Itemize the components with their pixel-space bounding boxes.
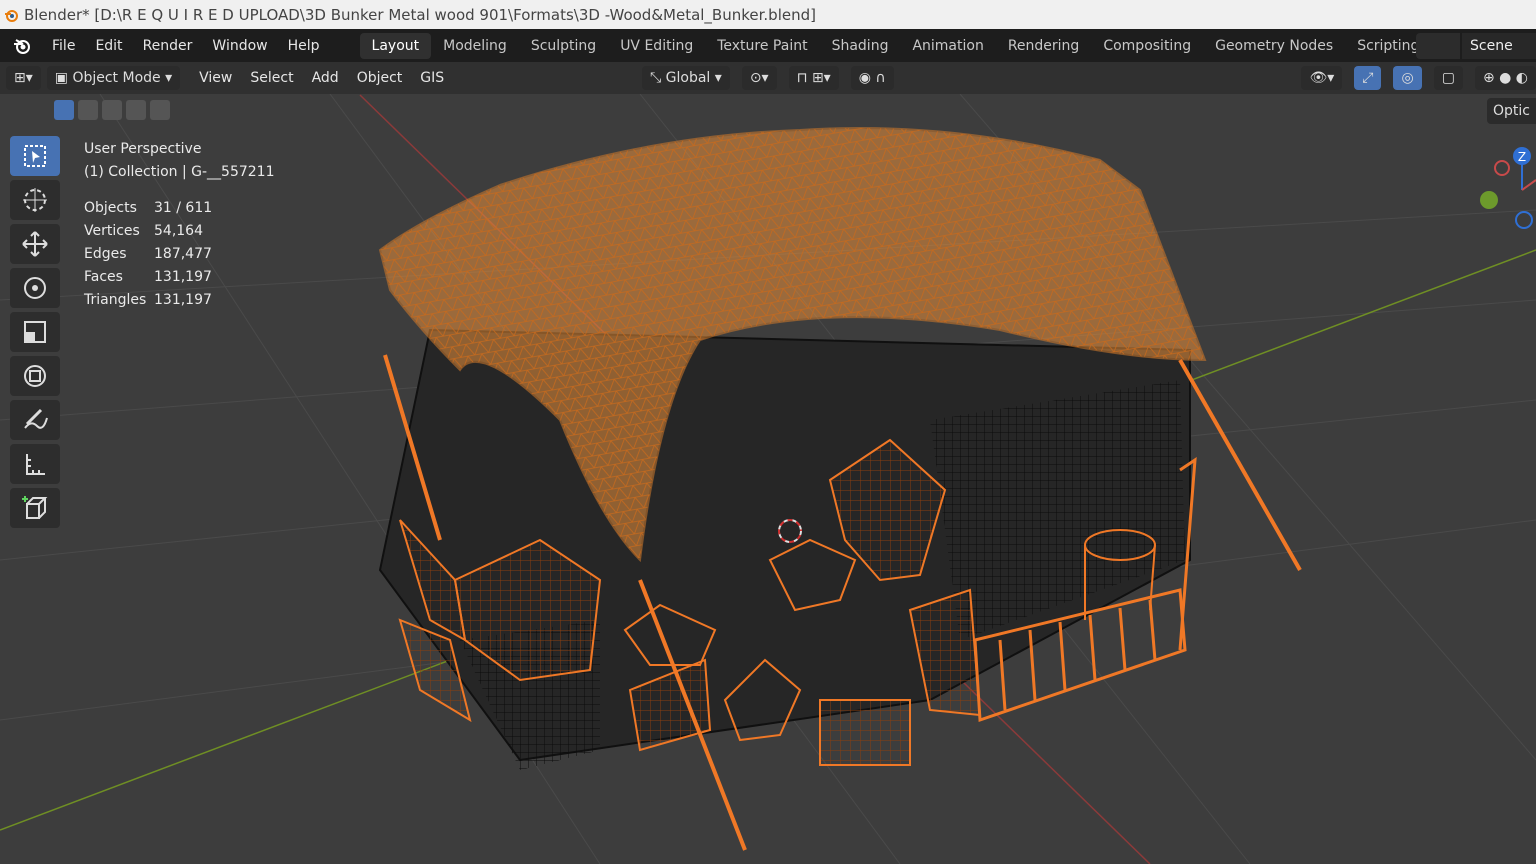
main-menu: File Edit Render Window Help (42, 38, 330, 54)
mode-icon: ▣ (54, 70, 73, 86)
snap-button[interactable]: ⊓ ⊞▾ (788, 66, 839, 90)
select-subtract-icon[interactable] (102, 100, 122, 120)
menu-view[interactable]: View (190, 70, 241, 86)
menu-gis[interactable]: GIS (411, 70, 453, 86)
viewport-right-controls: 👁▾ ⤢ ◎ ▢ ⊕ ● ◐ (1295, 66, 1536, 90)
window-title: Blender* [D:\R E Q U I R E D UPLOAD\3D B… (24, 5, 816, 24)
tab-modeling[interactable]: Modeling (431, 33, 519, 59)
annotate-tool[interactable] (10, 400, 60, 440)
perspective-label: User Perspective (84, 141, 202, 157)
select-invert-icon[interactable] (126, 100, 146, 120)
neg-z-axis-icon (1515, 211, 1533, 229)
scene-selector: Scene (1416, 33, 1536, 59)
cursor-tool[interactable] (10, 180, 60, 220)
add-cube-tool[interactable] (10, 488, 60, 528)
rotate-tool[interactable] (10, 268, 60, 308)
blender-logo-icon (5, 9, 18, 22)
stat-row: Triangles 131,197 (84, 292, 212, 308)
overlay-toggle-icon[interactable]: ◎ (1393, 66, 1422, 90)
window-title-bar: Blender* [D:\R E Q U I R E D UPLOAD\3D B… (0, 0, 1536, 29)
tab-rendering[interactable]: Rendering (996, 33, 1092, 59)
transform-tool[interactable] (10, 356, 60, 396)
transform-icon (24, 365, 46, 387)
editor-type-button[interactable]: ⊞▾ (6, 66, 41, 90)
stat-row: Objects 31 / 611 (84, 200, 213, 216)
pivot-point-button[interactable]: ⊙▾ (741, 66, 777, 90)
menu-add[interactable]: Add (303, 70, 348, 86)
menu-render[interactable]: Render (133, 38, 203, 54)
select-box-tool[interactable] (10, 136, 60, 176)
tab-animation[interactable]: Animation (900, 33, 995, 59)
annotate-pencil-icon (24, 408, 48, 429)
add-cube-icon (22, 496, 48, 519)
tab-layout[interactable]: Layout (359, 32, 432, 59)
neg-x-axis-icon (1494, 160, 1510, 176)
select-intersect-icon[interactable] (150, 100, 170, 120)
transform-controls: ⤡ Global ▾ ⊙▾ ⊓ ⊞▾ ◉ ∩ (636, 66, 894, 90)
gizmo-toggle-icon[interactable]: ⤢ (1354, 66, 1382, 90)
menu-object[interactable]: Object (348, 70, 412, 86)
tab-texture-paint[interactable]: Texture Paint (705, 33, 819, 59)
proportional-edit-button[interactable]: ◉ ∩ (850, 66, 894, 90)
navigation-gizmo[interactable]: Z (1476, 140, 1536, 240)
scale-tool[interactable] (10, 312, 60, 352)
options-button[interactable]: Optic (1487, 98, 1536, 124)
move-tool[interactable] (10, 224, 60, 264)
tab-compositing[interactable]: Compositing (1091, 33, 1203, 59)
select-new-icon[interactable] (54, 100, 74, 120)
orientation-icon: ⤡ (650, 70, 666, 86)
chevron-down-icon: ▾ (160, 70, 173, 86)
tool-shelf (10, 136, 62, 532)
viewport-menus: View Select Add Object GIS (190, 70, 453, 86)
menu-window[interactable]: Window (202, 38, 277, 54)
menu-file[interactable]: File (42, 38, 85, 54)
top-bar: File Edit Render Window Help Layout Mode… (0, 29, 1536, 62)
shading-modes[interactable]: ⊕ ● ◐ (1474, 66, 1536, 90)
svg-text:Z: Z (1518, 150, 1526, 164)
orientation-dropdown[interactable]: ⤡ Global ▾ (642, 66, 730, 90)
rotate-icon (24, 277, 46, 299)
xray-toggle-icon[interactable]: ▢ (1433, 66, 1463, 90)
object-mode-dropdown[interactable]: ▣ Object Mode ▾ (46, 66, 181, 90)
tab-sculpting[interactable]: Sculpting (519, 33, 608, 59)
move-icon (22, 231, 48, 257)
select-box-icon (24, 145, 46, 167)
collection-label: (1) Collection | G-__557211 (84, 164, 275, 180)
blender-menu-icon[interactable] (12, 36, 32, 56)
scene-icon[interactable] (1416, 33, 1460, 59)
measure-tool[interactable] (10, 444, 60, 484)
workspace-tabs: Layout Modeling Sculpting UV Editing Tex… (359, 29, 1453, 62)
y-axis-icon (1480, 191, 1498, 209)
visibility-icon[interactable]: 👁▾ (1301, 66, 1343, 90)
stat-row: Edges 187,477 (84, 246, 212, 262)
tab-shading[interactable]: Shading (820, 33, 901, 59)
measure-ruler-icon (26, 454, 45, 475)
tab-geometry-nodes[interactable]: Geometry Nodes (1203, 33, 1345, 59)
cursor-icon (23, 188, 47, 212)
scene-name[interactable]: Scene (1462, 33, 1536, 59)
viewport-header: ⊞▾ ▣ Object Mode ▾ View Select Add Objec… (0, 62, 1536, 94)
stat-row: Faces 131,197 (84, 269, 212, 285)
stat-row: Vertices 54,164 (84, 223, 203, 239)
select-extend-icon[interactable] (78, 100, 98, 120)
scale-icon (24, 321, 46, 343)
viewport-stats-overlay: User Perspective (1) Collection | G-__55… (84, 138, 275, 312)
menu-select[interactable]: Select (241, 70, 302, 86)
menu-edit[interactable]: Edit (85, 38, 132, 54)
selection-mode-buttons (54, 100, 170, 120)
menu-help[interactable]: Help (278, 38, 330, 54)
tab-uv-editing[interactable]: UV Editing (608, 33, 705, 59)
